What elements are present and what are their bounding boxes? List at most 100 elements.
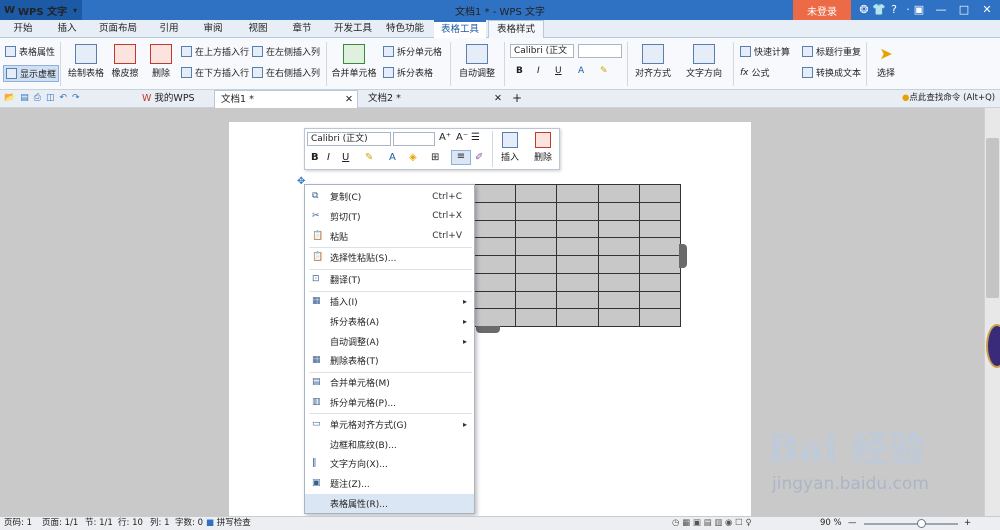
mini-delete-button[interactable]: 删除 <box>530 132 556 163</box>
border-icon[interactable]: ⊞ <box>431 152 439 163</box>
table-cell[interactable] <box>556 290 599 310</box>
window-restore-icon[interactable]: ▣ <box>912 2 926 18</box>
redo-icon[interactable]: ↷ <box>72 93 80 105</box>
minimize-icon[interactable]: — <box>934 2 948 18</box>
table-cell[interactable] <box>597 237 640 256</box>
open-icon[interactable]: 📂 <box>4 93 15 105</box>
mini-font-color-button[interactable]: A <box>389 152 396 163</box>
table-cell[interactable] <box>597 290 640 310</box>
tab-mywps[interactable]: W 我的WPS <box>136 90 212 108</box>
table-cell[interactable] <box>474 308 517 327</box>
format-painter-icon[interactable]: ✐ <box>475 152 483 163</box>
add-row-handle[interactable] <box>476 326 500 333</box>
highlight-icon[interactable]: ✎ <box>600 66 608 76</box>
shading-icon[interactable]: ◈ <box>409 152 417 163</box>
highlight-icon[interactable]: ✎ <box>365 152 373 163</box>
print-icon[interactable]: ⎙ <box>34 93 41 105</box>
select-button[interactable]: ➤ 选择 <box>870 44 902 79</box>
tab-page-layout[interactable]: 页面布局 <box>96 20 140 38</box>
insert-below-button[interactable]: 在下方插入行 <box>181 66 249 79</box>
insert-left-button[interactable]: 在左侧插入列 <box>252 45 320 58</box>
tab-insert[interactable]: 插入 <box>52 20 82 38</box>
table-cell[interactable] <box>597 219 640 239</box>
tab-review[interactable]: 审阅 <box>198 20 228 38</box>
convert-text-button[interactable]: 转换成文本 <box>802 66 861 79</box>
delete-button[interactable]: 删除 <box>146 44 176 79</box>
tab-table-tools[interactable]: 表格工具 <box>434 20 486 38</box>
insert-right-button[interactable]: 在右侧插入列 <box>252 66 320 79</box>
context-menu-item[interactable]: ▣ 题注(Z)... <box>305 474 474 493</box>
shrink-font-icon[interactable]: A⁻ <box>456 132 468 143</box>
table-cell[interactable] <box>638 237 681 256</box>
preview-icon[interactable]: ◫ <box>46 93 55 105</box>
table-cell[interactable] <box>474 255 517 274</box>
mini-italic-button[interactable]: I <box>327 152 330 163</box>
table-cell[interactable] <box>515 255 558 274</box>
table-cell[interactable] <box>597 308 640 327</box>
show-gridlines-button[interactable]: 显示虚框 <box>3 65 60 82</box>
login-button[interactable]: 未登录 <box>793 0 851 20</box>
mini-size-select[interactable] <box>393 132 435 146</box>
undo-icon[interactable]: ↶ <box>59 93 67 105</box>
tab-features[interactable]: 特色功能 <box>383 20 427 38</box>
help-icon[interactable]: ? <box>887 2 901 18</box>
table-cell[interactable] <box>515 219 558 239</box>
table-cell[interactable] <box>638 184 681 203</box>
context-menu-item[interactable]: ✂ 剪切(T) Ctrl+X <box>305 207 474 226</box>
split-cells-button[interactable]: 拆分单元格 <box>383 45 442 58</box>
mini-underline-button[interactable]: U <box>342 152 349 163</box>
save-icon[interactable]: ▤ <box>20 93 29 105</box>
eraser-button[interactable]: 橡皮擦 <box>108 44 142 79</box>
table-cell[interactable] <box>515 272 558 292</box>
close-icon[interactable]: ✕ <box>980 2 994 18</box>
close-tab-icon[interactable]: ✕ <box>494 90 502 107</box>
spell-check-button[interactable]: ■ 拼写检查 <box>206 517 251 530</box>
font-color-button[interactable]: A <box>578 66 584 76</box>
table-cell[interactable] <box>638 219 681 239</box>
context-menu-item[interactable]: ▦ 插入(I) ▸ <box>305 292 474 311</box>
mini-bold-button[interactable]: B <box>311 152 319 163</box>
document-table[interactable] <box>474 184 681 327</box>
scrollbar-thumb[interactable] <box>986 138 999 298</box>
view-mode-icons[interactable]: ◷ ▦ ▣ ▤ ▥ ◉ ☐ ♀ <box>672 517 752 530</box>
vertical-scrollbar[interactable] <box>984 108 1000 516</box>
text-direction-button[interactable]: 文字方向 <box>680 44 728 79</box>
table-cell[interactable] <box>515 290 558 310</box>
table-cell[interactable] <box>474 237 517 256</box>
context-menu-item[interactable]: 📋 粘贴 Ctrl+V <box>305 227 474 246</box>
table-props-button[interactable]: 表格属性 <box>5 45 55 58</box>
tab-references[interactable]: 引用 <box>154 20 184 38</box>
context-menu-item[interactable]: ▭ 单元格对齐方式(G) ▸ <box>305 415 474 434</box>
context-menu-item[interactable]: 自动调整(A) ▸ <box>305 332 474 351</box>
context-menu-item[interactable]: ‖ 文字方向(X)... <box>305 454 474 473</box>
shirt-icon[interactable]: 👕 <box>872 2 886 18</box>
table-cell[interactable] <box>474 272 517 292</box>
tab-table-style[interactable]: 表格样式 <box>488 20 544 38</box>
auto-fit-button[interactable]: 自动调整 <box>454 44 500 79</box>
align-button[interactable]: 对齐方式 <box>630 44 676 79</box>
mini-insert-button[interactable]: 插入 <box>497 132 523 163</box>
table-cell[interactable] <box>638 272 681 292</box>
table-cell[interactable] <box>597 255 640 274</box>
zoom-slider[interactable] <box>864 523 958 525</box>
tab-developer[interactable]: 开发工具 <box>331 20 375 38</box>
zoom-out-button[interactable]: — <box>848 517 857 530</box>
mini-font-select[interactable]: Calibri (正文) <box>307 132 391 146</box>
context-menu-item[interactable]: ▦ 删除表格(T) <box>305 351 474 370</box>
context-menu-item[interactable]: 表格属性(R)... <box>305 494 474 513</box>
context-menu-item[interactable]: 边框和底纹(B)... <box>305 435 474 454</box>
context-menu-item[interactable]: ▥ 拆分单元格(P)... <box>305 393 474 412</box>
font-name-select[interactable]: Calibri (正文 <box>510 44 574 58</box>
table-cell[interactable] <box>556 219 599 239</box>
tab-chapter[interactable]: 章节 <box>287 20 317 38</box>
tab-view[interactable]: 视图 <box>243 20 273 38</box>
line-spacing-icon[interactable]: ☰ <box>471 132 480 143</box>
context-menu-item[interactable]: ▤ 合并单元格(M) <box>305 373 474 392</box>
table-cell[interactable] <box>556 272 599 292</box>
align-icon[interactable]: ≡ <box>451 150 471 165</box>
table-cell[interactable] <box>474 219 517 239</box>
table-cell[interactable] <box>474 184 517 203</box>
table-cell[interactable] <box>597 184 640 203</box>
merge-cells-button[interactable]: 合并单元格 <box>330 44 378 79</box>
underline-button[interactable]: U <box>555 66 562 76</box>
